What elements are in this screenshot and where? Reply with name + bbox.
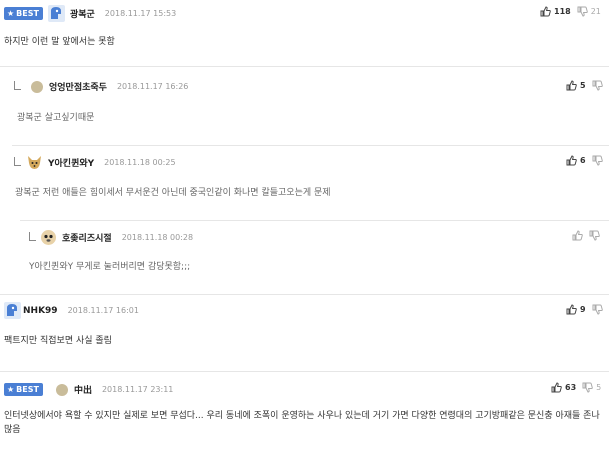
comment-text: 하지만 이런 말 앞에서는 못함 <box>4 37 115 47</box>
comment-header: ★ BEST 中出 2018.11.17 23:11 <box>4 383 173 396</box>
downvote-count: 5 <box>596 383 602 392</box>
avatar[interactable] <box>4 302 21 319</box>
upvote-count: 9 <box>580 305 586 314</box>
avatar[interactable] <box>40 229 57 246</box>
vote-box: 6 <box>566 155 606 166</box>
timestamp: 2018.11.17 16:01 <box>67 306 139 315</box>
nickname[interactable]: Y아킨퀸와Y <box>48 156 94 169</box>
thumbs-down-icon[interactable] <box>577 6 588 17</box>
vote-box: 118 21 <box>540 6 601 17</box>
timestamp: 2018.11.18 00:28 <box>121 233 194 242</box>
comment-header: ★ BEST 광복군 2018.11.17 15:53 <box>4 5 176 22</box>
upvote-count: 6 <box>580 156 586 165</box>
timestamp: 2018.11.17 23:11 <box>101 385 174 394</box>
nickname[interactable]: 엉엉만점초죽두 <box>49 80 107 93</box>
downvote-count: 21 <box>590 7 601 16</box>
reply-arrow-icon <box>29 232 36 241</box>
nickname[interactable]: 광복군 <box>70 7 95 20</box>
reply-arrow-icon <box>14 81 21 90</box>
best-badge: ★ BEST <box>4 7 43 20</box>
timestamp: 2018.11.17 16:26 <box>116 82 189 91</box>
comment-header: 호좆리즈시절 2018.11.18 00:28 <box>40 229 193 246</box>
divider <box>0 66 609 67</box>
thumbs-up-icon[interactable] <box>572 230 583 241</box>
divider <box>20 220 609 221</box>
comment-text: 광복군 살고싶기때문 <box>17 113 95 123</box>
thumbs-up-icon[interactable] <box>540 6 551 17</box>
vote-box: 9 <box>566 304 606 315</box>
vote-box: 5 <box>566 80 606 91</box>
reply-arrow-icon <box>14 157 21 166</box>
thumbs-down-icon[interactable] <box>589 230 600 241</box>
comment-text: 팩트지만 직접보면 사실 졸림 <box>4 336 112 346</box>
comment-text: 인터넷상에서야 욕할 수 있지만 실제로 보면 무섭다... 우리 동네에 조폭… <box>4 411 600 435</box>
avatar[interactable] <box>31 80 43 93</box>
star-icon: ★ <box>7 385 15 394</box>
nickname[interactable]: 中出 <box>74 383 92 396</box>
upvote-count: 63 <box>565 383 577 392</box>
star-icon: ★ <box>7 9 15 18</box>
comment-text: 광복군 저런 애들은 힘이세서 무서운건 아닌데 중국인같이 화나면 칼들고오는… <box>15 188 331 198</box>
best-badge: ★ BEST <box>4 383 43 396</box>
nickname[interactable]: 호좆리즈시절 <box>62 231 112 244</box>
thumbs-up-icon[interactable] <box>566 155 577 166</box>
divider <box>0 294 609 295</box>
timestamp: 2018.11.18 00:25 <box>104 158 176 167</box>
vote-box <box>572 230 603 241</box>
upvote-count: 118 <box>554 7 571 16</box>
thumbs-down-icon[interactable] <box>592 80 603 91</box>
timestamp: 2018.11.17 15:53 <box>104 9 177 18</box>
avatar[interactable] <box>55 383 68 396</box>
comment-header: 엉엉만점초죽두 2018.11.17 16:26 <box>31 80 188 93</box>
vote-box: 63 5 <box>551 382 601 393</box>
thumbs-up-icon[interactable] <box>566 304 577 315</box>
thumbs-up-icon[interactable] <box>566 80 577 91</box>
comment-header: NHK99 2018.11.17 16:01 <box>4 302 139 319</box>
comment-header: Y아킨퀸와Y 2018.11.18 00:25 <box>26 154 176 171</box>
divider <box>0 371 609 372</box>
comment-text: Y아킨퀸와Y 무게로 눌러버리면 감당못함;;; <box>29 262 191 272</box>
avatar[interactable] <box>26 154 43 171</box>
thumbs-down-icon[interactable] <box>592 155 603 166</box>
nickname[interactable]: NHK99 <box>23 306 58 316</box>
upvote-count: 5 <box>580 81 586 90</box>
divider <box>12 145 609 146</box>
thumbs-down-icon[interactable] <box>592 304 603 315</box>
thumbs-up-icon[interactable] <box>551 382 562 393</box>
avatar[interactable] <box>47 5 65 22</box>
thumbs-down-icon[interactable] <box>582 382 593 393</box>
